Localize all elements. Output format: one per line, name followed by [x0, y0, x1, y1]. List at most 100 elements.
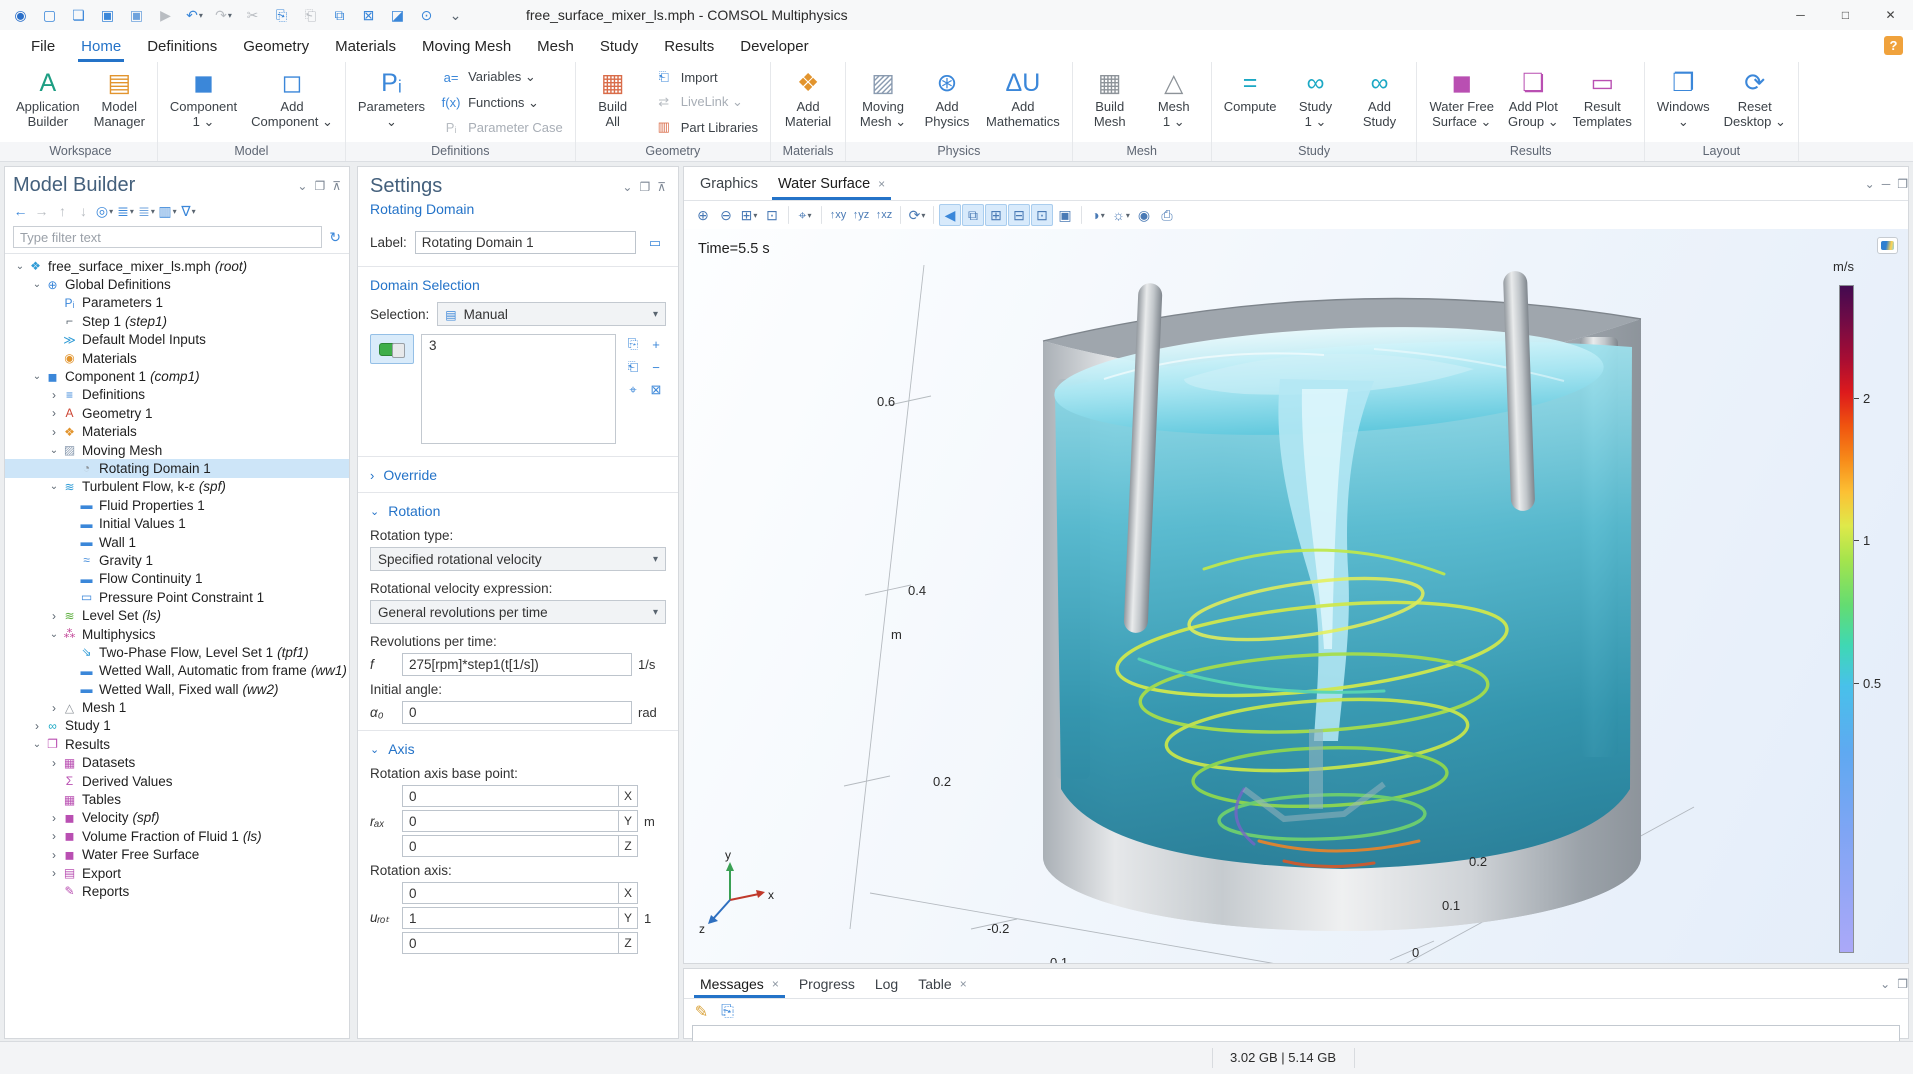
back-icon[interactable]: ← — [11, 201, 30, 221]
menu-item[interactable]: File — [18, 30, 68, 62]
ribbon-button[interactable]: ❐ Windows ⌄ — [1650, 65, 1717, 129]
revolutions-input[interactable]: 275[rpm]*step1(t[1/s]) — [402, 653, 632, 676]
graphics-tab[interactable]: Graphics — [690, 167, 768, 200]
vector-input[interactable]: 1 Y — [402, 907, 638, 929]
tree-item[interactable]: ▬ Wetted Wall, Fixed wall (ww2) — [5, 680, 349, 698]
move-down-icon[interactable]: ↓ — [74, 201, 93, 221]
log-file-icon[interactable]: ⎘ — [718, 1002, 737, 1022]
ribbon-button[interactable]: ∞ Add Study — [1347, 65, 1411, 129]
print-icon[interactable]: ⎙ — [1156, 204, 1178, 226]
expander-icon[interactable] — [13, 261, 27, 272]
expander-icon[interactable] — [47, 388, 61, 402]
axis-section-header[interactable]: Axis — [370, 741, 666, 757]
messages-tab[interactable]: Log — [865, 969, 908, 998]
sep-icon[interactable] — [900, 206, 901, 224]
expander-icon[interactable] — [47, 609, 61, 623]
tree-item[interactable]: ❐ Results — [5, 735, 349, 753]
vector-input[interactable]: 0 Z — [402, 932, 638, 954]
tree-item[interactable]: ▭ Pressure Point Constraint 1 — [5, 588, 349, 606]
tree-item[interactable]: ≫ Default Model Inputs — [5, 331, 349, 349]
mixer-3d-scene[interactable]: y x z — [684, 229, 1908, 963]
expander-icon[interactable] — [47, 829, 61, 843]
rotation-section-header[interactable]: Rotation — [370, 503, 666, 519]
ribbon-button[interactable]: Pᵢ Parameter Case — [436, 119, 566, 136]
menu-item[interactable]: Results — [651, 30, 727, 62]
menu-item[interactable]: Geometry — [230, 30, 322, 62]
expander-icon[interactable] — [30, 371, 44, 382]
save-as-icon[interactable]: ▣ — [124, 4, 149, 26]
ribbon-button[interactable]: ⎗ Import — [649, 68, 761, 86]
tree-item[interactable]: ▦ Tables — [5, 790, 349, 808]
columns-icon[interactable]: ▥ — [158, 201, 177, 221]
disable-icon[interactable]: ◪ — [385, 4, 410, 26]
messages-tab[interactable]: Messages × — [690, 969, 789, 998]
tree-item[interactable]: Pᵢ Parameters 1 — [5, 294, 349, 312]
ribbon-button[interactable]: ❏ Add Plot Group ⌄ — [1501, 65, 1566, 129]
minimize-icon[interactable]: ─ — [1778, 0, 1823, 30]
comsol-logo-icon[interactable]: ◉ — [8, 4, 33, 26]
collapse-panel-icon[interactable]: ⌄ — [1865, 177, 1875, 191]
graphics-canvas[interactable]: Time=5.5 s — [684, 229, 1908, 963]
initial-angle-input[interactable]: 0 — [402, 701, 632, 724]
expand-all-icon[interactable]: ≣ — [116, 201, 135, 221]
tree-item[interactable]: ≋ Turbulent Flow, k-ε (spf) — [5, 478, 349, 496]
undo-icon[interactable]: ↶ — [182, 4, 207, 26]
selection-list[interactable]: 3 — [421, 334, 616, 444]
tree-item[interactable]: ▬ Initial Values 1 — [5, 514, 349, 532]
copy-selection-icon[interactable]: ⎘ — [623, 334, 643, 354]
show-axes-icon[interactable]: ⊟ — [1008, 204, 1030, 226]
tree-item[interactable]: ⌐ Step 1 (step1) — [5, 312, 349, 330]
vector-input[interactable]: 0 Y — [402, 810, 638, 832]
environment-icon[interactable]: ☼ — [1110, 204, 1132, 226]
show-grid-icon[interactable]: ⊞ — [985, 204, 1007, 226]
tree-item[interactable]: ▦ Datasets — [5, 754, 349, 772]
selection-list-item[interactable]: 3 — [429, 338, 608, 353]
expander-icon[interactable] — [30, 279, 44, 290]
tree-item[interactable]: ▨ Moving Mesh — [5, 441, 349, 459]
pin-panel-icon[interactable]: ⊼ — [657, 180, 666, 194]
close-icon[interactable]: ✕ — [1868, 0, 1913, 30]
zoom-in-icon[interactable]: ⊕ — [692, 204, 714, 226]
tree-item[interactable]: ❖ free_surface_mixer_ls.mph (root) — [5, 257, 349, 275]
tree-item[interactable]: ∞ Study 1 — [5, 717, 349, 735]
redo-icon[interactable]: ↷ — [211, 4, 236, 26]
paste-selection-icon[interactable]: ⎗ — [623, 357, 643, 377]
ribbon-button[interactable]: f(x) Functions ⌄ — [436, 94, 566, 112]
vector-input[interactable]: 0 X — [402, 882, 638, 904]
tree-item[interactable]: ▬ Wall 1 — [5, 533, 349, 551]
expander-icon[interactable] — [47, 866, 61, 880]
zoom-out-icon[interactable]: ⊖ — [715, 204, 737, 226]
lock-view-icon[interactable]: ▣ — [1054, 204, 1076, 226]
sep-icon[interactable] — [821, 206, 822, 224]
override-section-header[interactable]: Override — [370, 467, 666, 483]
close-icon[interactable]: × — [772, 977, 779, 991]
cut-icon[interactable]: ✂ — [240, 4, 265, 26]
menu-item[interactable]: Study — [587, 30, 651, 62]
collapse-panel-icon[interactable]: ⌄ — [297, 179, 307, 193]
ribbon-button[interactable]: ⇄ LiveLink ⌄ — [649, 93, 761, 111]
show-icon[interactable]: ◎ — [95, 201, 114, 221]
ribbon-button[interactable]: ▨ Moving Mesh ⌄ — [851, 65, 915, 129]
ribbon-button[interactable]: ΔU Add Mathematics — [979, 65, 1067, 129]
forward-icon[interactable]: → — [32, 201, 51, 221]
tree-item[interactable]: ◼ Water Free Surface — [5, 846, 349, 864]
tree-item[interactable]: A Geometry 1 — [5, 404, 349, 422]
expander-icon[interactable] — [47, 406, 61, 420]
tree-item[interactable]: ❖ Materials — [5, 423, 349, 441]
tree-item[interactable]: ▬ Flow Continuity 1 — [5, 570, 349, 588]
ribbon-button[interactable]: A Application Builder — [9, 65, 87, 129]
ribbon-button[interactable]: ▭ Result Templates — [1566, 65, 1639, 129]
expander-icon[interactable] — [47, 445, 61, 456]
expander-icon[interactable] — [30, 719, 44, 733]
ribbon-button[interactable]: a= Variables ⌄ — [436, 68, 566, 86]
tree-item[interactable]: ⇘ Two-Phase Flow, Level Set 1 (tpf1) — [5, 643, 349, 661]
expander-icon[interactable] — [47, 848, 61, 862]
menu-item[interactable]: Definitions — [134, 30, 230, 62]
sound-icon[interactable]: ◀ — [939, 204, 961, 226]
expander-icon[interactable] — [47, 811, 61, 825]
new-icon[interactable]: ▢ — [37, 4, 62, 26]
find-icon[interactable]: ⊙ — [414, 4, 439, 26]
expander-icon[interactable] — [47, 701, 61, 715]
split-view-icon[interactable]: ⧉ — [962, 204, 984, 226]
duplicate-icon[interactable]: ⧉ — [327, 4, 352, 26]
